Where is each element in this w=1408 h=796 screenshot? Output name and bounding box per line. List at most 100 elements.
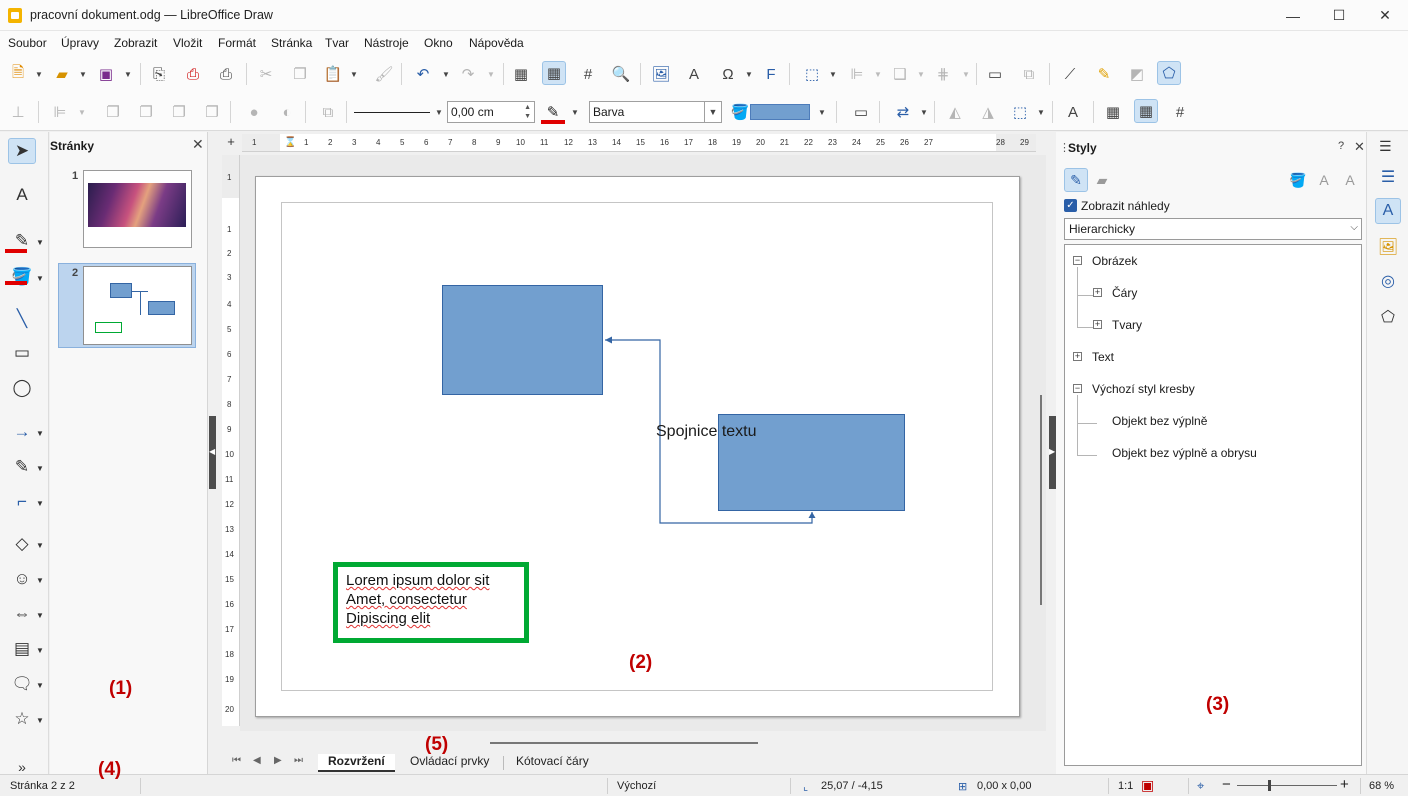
undo-dropdown-icon[interactable]: ▼: [442, 70, 450, 79]
green-bordered-textbox[interactable]: Lorem ipsum dolor sit Amet, consectetur …: [333, 562, 529, 643]
styles-sidebar-icon[interactable]: A: [1061, 100, 1085, 124]
fill-format-mode-icon[interactable]: 🪣: [1286, 168, 1310, 192]
vertical-ruler[interactable]: 1 1 2 3 4 5 6 7 8 9 10 11 12 13 14 15 16 17 18 19 20: [222, 155, 240, 726]
document-modified-icon[interactable]: ▣: [1141, 777, 1154, 794]
fill-color-swatch[interactable]: [750, 104, 810, 120]
area-fill-style-select[interactable]: Barva ▼: [589, 101, 722, 123]
stars-dropdown-icon[interactable]: ▼: [36, 716, 44, 725]
close-styles-icon[interactable]: ✕: [1354, 139, 1365, 155]
menu-file[interactable]: Soubor: [8, 36, 47, 50]
line-color-tool-dropdown-icon[interactable]: ▼: [36, 238, 44, 247]
zoom-slider-thumb[interactable]: [1268, 780, 1271, 791]
align-objects-icon[interactable]: ⊫: [845, 62, 869, 86]
paste-dropdown-icon[interactable]: ▼: [350, 70, 358, 79]
align-icon[interactable]: ⊫: [48, 100, 72, 124]
flip-horizontal-icon[interactable]: ◮: [976, 100, 1000, 124]
drawing-styles-icon[interactable]: ✎: [1064, 168, 1088, 192]
basic-shapes-icon[interactable]: ◇: [8, 531, 36, 557]
menu-edit[interactable]: Úpravy: [61, 36, 99, 50]
navigator-deck-icon[interactable]: ◎: [1375, 268, 1401, 294]
grid2-display-icon[interactable]: ▦: [1101, 100, 1125, 124]
glue-points-icon[interactable]: ✎: [1092, 62, 1116, 86]
fill-color-dropdown-icon[interactable]: ▼: [818, 108, 826, 117]
flip-vertical-icon[interactable]: ◭: [943, 100, 967, 124]
maximize-button[interactable]: ☐: [1316, 0, 1362, 31]
menu-view[interactable]: Zobrazit: [114, 36, 157, 50]
zoom-level[interactable]: 68 %: [1369, 780, 1394, 792]
zoom-slider[interactable]: [1237, 785, 1337, 786]
merge-icon[interactable]: ●: [242, 100, 266, 124]
line-style-dropdown-icon[interactable]: ▼: [435, 108, 443, 117]
area-style-icon[interactable]: ⧉: [316, 100, 340, 124]
line-color-dropdown-icon[interactable]: ▼: [571, 108, 579, 117]
presentation-styles-icon[interactable]: ▰: [1090, 168, 1114, 192]
lines-arrows-dropdown-icon[interactable]: ▼: [36, 429, 44, 438]
expand-icon[interactable]: +: [1093, 320, 1102, 329]
style-filter-select[interactable]: Hierarchicky ⌵: [1064, 218, 1362, 240]
tree-item-shapes[interactable]: Tvary: [1112, 318, 1142, 332]
print-icon[interactable]: ⎙: [214, 62, 238, 86]
send-to-back-icon[interactable]: ❐: [200, 100, 224, 124]
copy-icon[interactable]: ❐: [288, 62, 312, 86]
open-folder-icon[interactable]: ▰: [50, 62, 74, 86]
connector-text-label[interactable]: Spojnice textu: [656, 423, 757, 441]
special-char-dropdown-icon[interactable]: ▼: [745, 70, 753, 79]
callout-shapes-icon[interactable]: 🗨: [8, 671, 36, 697]
flowchart-dropdown-icon[interactable]: ▼: [36, 646, 44, 655]
close-window-button[interactable]: ✕: [1362, 0, 1408, 31]
callout-dropdown-icon[interactable]: ▼: [36, 681, 44, 690]
drawing-page[interactable]: Spojnice textu Lorem ipsum dolor sit Ame…: [255, 176, 1020, 717]
toggle-extrusion-icon[interactable]: ◩: [1125, 62, 1149, 86]
shadow-icon[interactable]: ▭: [983, 62, 1007, 86]
menu-page[interactable]: Stránka: [271, 36, 312, 50]
snap2-to-grid-icon[interactable]: ▦: [1134, 99, 1158, 123]
block-arrows-dropdown-icon[interactable]: ▼: [36, 611, 44, 620]
collapse-icon[interactable]: −: [1073, 384, 1082, 393]
fill-color-icon[interactable]: 🪣: [728, 100, 752, 124]
save-icon[interactable]: ▣: [94, 62, 118, 86]
minimize-button[interactable]: —: [1270, 0, 1316, 31]
position-size-icon[interactable]: ⊥: [6, 100, 30, 124]
tree-item-lines[interactable]: Čáry: [1112, 286, 1137, 300]
align-dropdown-icon[interactable]: ▼: [874, 70, 882, 79]
zoom-pan-icon[interactable]: 🔍: [609, 62, 633, 86]
line-style-preview[interactable]: [354, 112, 430, 113]
helplines-icon[interactable]: #: [576, 62, 600, 86]
previous-tab-icon[interactable]: ◀: [253, 755, 261, 766]
lines-arrows-icon[interactable]: →: [8, 419, 36, 445]
tree-item-default-drawing-style[interactable]: Výchozí styl kresby: [1092, 382, 1195, 396]
export-icon[interactable]: ⎘: [147, 62, 171, 86]
clone-formatting-icon[interactable]: 🖌: [372, 62, 396, 86]
fontwork-icon[interactable]: F: [759, 62, 783, 86]
paste-icon[interactable]: 📋: [321, 62, 345, 86]
export-pdf-icon[interactable]: ⎙: [181, 62, 205, 86]
zoom-in-icon[interactable]: +: [1340, 776, 1349, 793]
fill-color-tool-icon[interactable]: 🪣: [8, 264, 36, 290]
curves-icon[interactable]: ✎: [8, 454, 36, 480]
tree-item-object-no-fill[interactable]: Objekt bez výplně: [1112, 414, 1207, 428]
menu-tools[interactable]: Nástroje: [364, 36, 409, 50]
redo-dropdown-icon[interactable]: ▼: [487, 70, 495, 79]
block-arrows-icon[interactable]: ⇔: [8, 601, 36, 627]
properties-deck-icon[interactable]: ☰: [1375, 164, 1401, 190]
gallery-deck-icon[interactable]: 🖼: [1375, 234, 1401, 260]
symbol-shapes-icon[interactable]: ☺: [8, 566, 36, 592]
style-tree[interactable]: − Obrázek + Čáry + Tvary + Text − Výchoz…: [1064, 244, 1362, 766]
menu-insert[interactable]: Vložit: [173, 36, 202, 50]
tab-controls[interactable]: Ovládací prvky: [400, 754, 499, 768]
line-ends-dropdown-icon[interactable]: ▼: [920, 108, 928, 117]
symbol-shapes-dropdown-icon[interactable]: ▼: [36, 576, 44, 585]
special-character-icon[interactable]: Ω: [716, 62, 740, 86]
menu-window[interactable]: Okno: [424, 36, 453, 50]
horizontal-ruler[interactable]: 1 ⌛ 1 2 3 4 5 6 7 8 9 10 11 12 13 14 15 16 17 18 19 20 21 22 2…: [242, 134, 1036, 152]
insert-textbox-icon[interactable]: A: [682, 62, 706, 86]
subtract-icon[interactable]: ◐: [275, 100, 299, 124]
tree-item-text[interactable]: Text: [1092, 350, 1114, 364]
arrange-dropdown-icon[interactable]: ▼: [917, 70, 925, 79]
rectangle-tool-icon[interactable]: ▭: [8, 340, 36, 366]
transform2-icon[interactable]: ⬚: [1008, 100, 1032, 124]
align2-dropdown-icon[interactable]: ▼: [78, 108, 86, 117]
drawing-canvas[interactable]: Spojnice textu Lorem ipsum dolor sit Ame…: [240, 155, 1046, 731]
transform-dropdown-icon[interactable]: ▼: [829, 70, 837, 79]
fill-color-tool-dropdown-icon[interactable]: ▼: [36, 274, 44, 283]
